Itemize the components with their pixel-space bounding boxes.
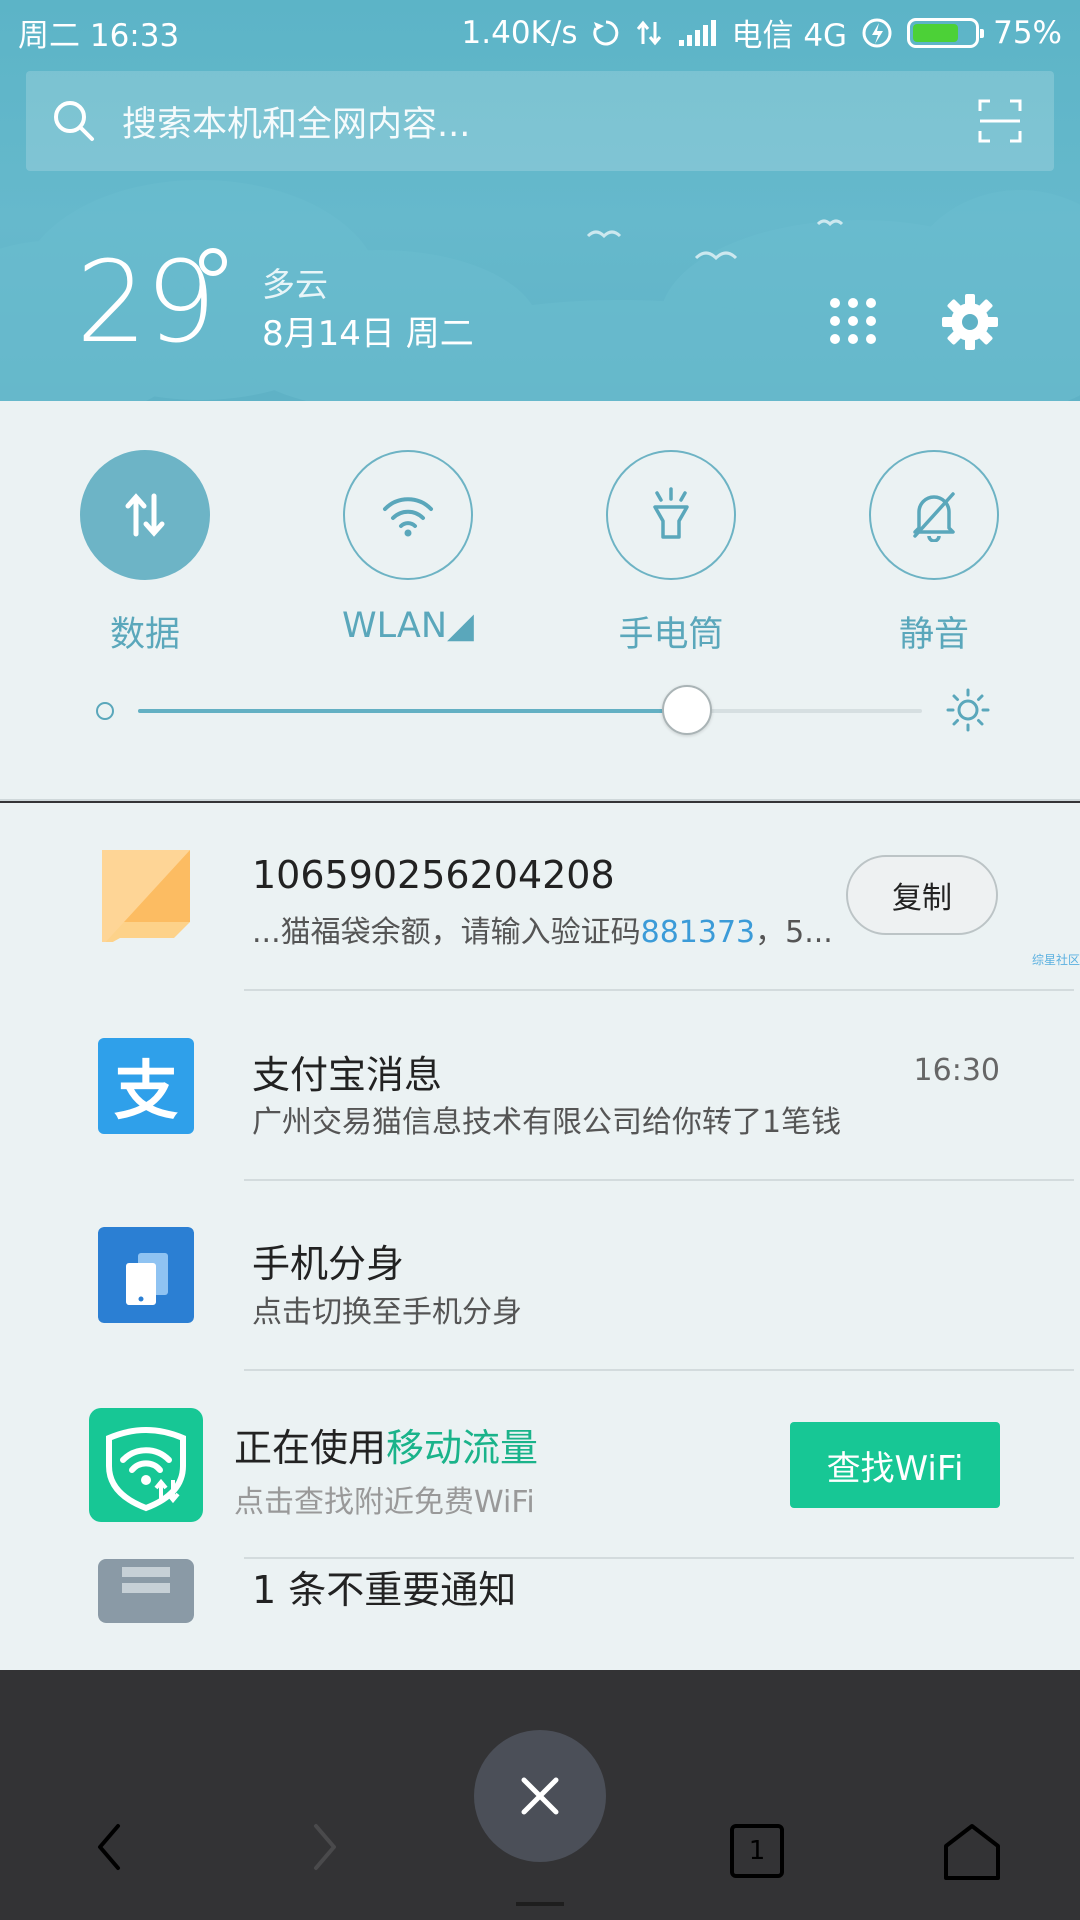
toggle-label: 数据 (109, 615, 180, 655)
flashlight-icon (653, 487, 689, 539)
weather-date[interactable]: 8月14日 周二 (262, 306, 474, 355)
alipay-body: 广州交易猫信息技术有限公司给你转了1笔钱 (252, 1105, 842, 1140)
weather-condition: 多云 (262, 265, 328, 304)
sync-icon (591, 18, 621, 48)
scan-icon[interactable] (978, 99, 1022, 143)
wifi-finder-title: 正在使用移动流量 (234, 1417, 538, 1472)
notification-wifi-finder[interactable]: 正在使用移动流量 点击查找附近免费WiFi 查找WiFi (0, 1371, 1080, 1557)
settings-gear-icon[interactable] (940, 292, 1000, 352)
sms-body: ...猫福袋余额，请输入验证码881373，5... (252, 907, 833, 951)
unimportant-label: 1 条不重要通知 (252, 1568, 517, 1612)
brightness-fill (138, 709, 687, 713)
copy-code-button[interactable]: 复制 (846, 855, 998, 935)
notification-list: 106590256204208 ...猫福袋余额，请输入验证码881373，5.… (0, 803, 1080, 1670)
sms-body-text: ...猫福袋余额，请输入验证码 (252, 915, 641, 950)
home-icon[interactable] (942, 1822, 1002, 1882)
toggle-mobile-data[interactable]: 数据 (80, 450, 210, 657)
home-indicator (516, 1902, 564, 1906)
notification-alipay[interactable]: 支 支付宝消息 16:30 广州交易猫信息技术有限公司给你转了1笔钱 (0, 991, 1080, 1179)
find-wifi-button[interactable]: 查找WiFi (790, 1422, 1000, 1508)
wifi-finder-icon (89, 1408, 203, 1522)
toggle-flashlight[interactable]: 手电筒 (606, 450, 736, 657)
sms-note-icon (102, 850, 190, 942)
brightness-thumb[interactable] (661, 685, 712, 735)
folded-notifications-icon (98, 1559, 194, 1623)
brightness-high-icon (946, 688, 990, 732)
close-shade-button[interactable] (474, 1730, 606, 1862)
phone-clone-icon (98, 1227, 194, 1323)
toggle-label: 静音 (898, 615, 969, 655)
search-icon (54, 101, 94, 141)
quick-settings-panel: 数据 WLAN◢ 手电筒 静音 (0, 401, 1080, 801)
silent-button[interactable] (869, 450, 999, 580)
sms-body-suffix: ，5... (755, 915, 833, 950)
notification-sms[interactable]: 106590256204208 ...猫福袋余额，请输入验证码881373，5.… (0, 803, 1080, 989)
degree-symbol (199, 248, 227, 276)
close-icon (521, 1777, 559, 1815)
watermark: 综星社区 (1031, 953, 1080, 967)
sms-sender: 106590256204208 (252, 853, 615, 897)
wifi-finder-title-accent: 移动流量 (386, 1426, 539, 1470)
toggle-label: 手电筒 (618, 615, 724, 655)
back-icon[interactable] (94, 1822, 124, 1872)
notification-phone-clone[interactable]: 手机分身 点击切换至手机分身 (0, 1181, 1080, 1369)
carrier-label: 电信 4G (731, 18, 848, 54)
battery-icon (907, 17, 985, 48)
bell-muted-icon (913, 492, 955, 542)
alipay-time: 16:30 (913, 1053, 1000, 1088)
status-bar: 周二 16:33 1.40K/s 电信 4G 75% (0, 0, 1080, 62)
toggle-wlan[interactable]: WLAN◢ (342, 450, 474, 646)
mobile-data-button[interactable] (80, 450, 210, 580)
signal-icon (677, 18, 717, 48)
status-time: 周二 16:33 (18, 18, 180, 54)
toggle-silent[interactable]: 静音 (869, 450, 999, 657)
notification-unimportant[interactable]: 1 条不重要通知 (0, 1559, 1080, 1670)
wifi-finder-title-prefix: 正在使用 (234, 1426, 387, 1470)
wifi-finder-body: 点击查找附近免费WiFi (234, 1485, 535, 1520)
sms-verification-code: 881373 (640, 915, 756, 950)
search-bar[interactable]: 搜索本机和全网内容... (26, 71, 1054, 171)
toggle-label: WLAN◢ (342, 606, 474, 646)
network-speed: 1.40K/s (461, 14, 578, 51)
wifi-icon (383, 497, 433, 537)
search-placeholder: 搜索本机和全网内容... (122, 104, 471, 145)
brightness-low-icon (96, 702, 114, 720)
forward-icon[interactable] (310, 1822, 340, 1872)
notification-shade-header: 周二 16:33 1.40K/s 电信 4G 75% 搜索本机和全网内容... … (0, 0, 1080, 401)
tabs-count-icon[interactable]: 1 (730, 1824, 784, 1878)
data-transfer-icon (635, 18, 663, 48)
alipay-title: 支付宝消息 (252, 1053, 443, 1097)
charging-icon (861, 17, 893, 49)
flashlight-button[interactable] (606, 450, 736, 580)
weather-temperature: 29 (76, 238, 217, 368)
wlan-button[interactable] (343, 450, 473, 580)
brightness-slider[interactable] (138, 685, 922, 735)
bottom-nav: 1 (0, 1670, 1080, 1920)
app-grid-icon[interactable] (828, 296, 878, 346)
alipay-icon: 支 (98, 1038, 194, 1134)
phone-clone-body: 点击切换至手机分身 (252, 1295, 522, 1330)
data-transfer-icon (125, 493, 165, 537)
brightness-control (96, 685, 996, 735)
phone-clone-title: 手机分身 (252, 1242, 405, 1286)
battery-percent: 75% (993, 14, 1062, 51)
